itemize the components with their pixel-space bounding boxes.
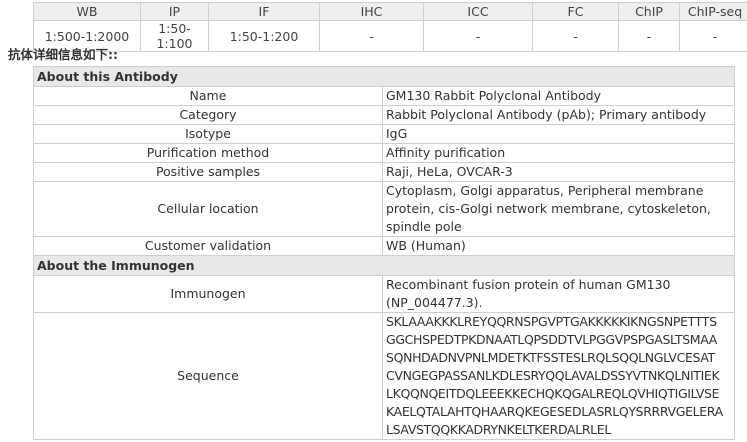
row-label: Cellular location — [33, 181, 383, 237]
table-row: Isotype IgG — [33, 124, 736, 144]
app-value-icc: - — [423, 20, 533, 52]
table-row: Purification method Affinity purificatio… — [33, 143, 736, 163]
app-header-fc: FC — [532, 2, 619, 21]
app-header-chip-seq: ChIP-seq — [679, 2, 747, 21]
table-row: Positive samples Raji, HeLa, OVCAR-3 — [33, 162, 736, 182]
sequence-line: SKLAAAKKKLREYQQRNSPGVPTGAKKKKKIKNGSNPETT… — [386, 314, 717, 329]
app-value-ip: 1:50-1:100 — [140, 20, 209, 52]
section-title-antibody: About this Antibody — [32, 66, 736, 87]
table-row: Category Rabbit Polyclonal Antibody (pAb… — [33, 105, 736, 125]
table-row: Cellular location Cytoplasm, Golgi appar… — [33, 181, 736, 237]
row-value-category: Rabbit Polyclonal Antibody (pAb); Primar… — [381, 105, 736, 125]
sequence-line: LSAVSTQQKKADRYNKELTKERDALRLEL — [386, 422, 611, 437]
app-header-if: IF — [208, 2, 320, 21]
row-label: Sequence — [33, 312, 383, 440]
app-value-chip: - — [618, 20, 680, 52]
app-header-icc: ICC — [423, 2, 533, 21]
row-label: Immunogen — [33, 275, 383, 313]
row-label: Purification method — [33, 143, 383, 163]
row-value-positive-samples: Raji, HeLa, OVCAR-3 — [381, 162, 736, 182]
sequence-line: KAELQTALAHTQHAARQKEGESEDLASRLQYSRRRVGELE… — [386, 404, 723, 419]
row-value-immunogen: Recombinant fusion protein of human GM13… — [381, 275, 736, 313]
applications-value-row: 1:500-1:2000 1:50-1:100 1:50-1:200 - - -… — [33, 20, 747, 52]
row-value-cellular-location: Cytoplasm, Golgi apparatus, Peripheral m… — [381, 181, 736, 237]
app-header-ihc: IHC — [319, 2, 424, 21]
section-title-immunogen: About the Immunogen — [32, 255, 736, 276]
sequence-line: GGCHSPEDTPKDNAATLQPSDDTVLPGGVPSPGASLTSMA… — [386, 332, 717, 347]
app-value-if: 1:50-1:200 — [208, 20, 320, 52]
row-label: Isotype — [33, 124, 383, 144]
app-header-chip: ChIP — [618, 2, 680, 21]
row-value-purification: Affinity purification — [381, 143, 736, 163]
app-value-fc: - — [532, 20, 619, 52]
table-row: Customer validation WB (Human) — [33, 236, 736, 256]
app-value-chip-seq: - — [679, 20, 747, 52]
table-row: Sequence SKLAAAKKKLREYQQRNSPGVPTGAKKKKKI… — [33, 312, 736, 440]
app-header-ip: IP — [140, 2, 209, 21]
row-value-sequence: SKLAAAKKKLREYQQRNSPGVPTGAKKKKKIKNGSNPETT… — [381, 312, 736, 440]
section-row: About this Antibody — [32, 66, 736, 87]
table-row: Name GM130 Rabbit Polyclonal Antibody — [33, 86, 736, 106]
sequence-line: LKQQNQEITDQLEEEKKECHQKQGALREQLQVHIQTIGIL… — [386, 386, 720, 401]
row-label: Category — [33, 105, 383, 125]
section-row: About the Immunogen — [32, 255, 736, 276]
app-value-ihc: - — [319, 20, 424, 52]
row-value-name: GM130 Rabbit Polyclonal Antibody — [381, 86, 736, 106]
app-header-wb: WB — [33, 2, 141, 21]
antibody-details-table: About this Antibody Name GM130 Rabbit Po… — [32, 66, 736, 440]
row-label: Customer validation — [33, 236, 383, 256]
row-value-customer-validation: WB (Human) — [381, 236, 736, 256]
sequence-line: CVNGEGPASSANLKDLESRYQQLAVALDSSYVTNKQLNIT… — [386, 368, 720, 383]
applications-table: WB IP IF IHC ICC FC ChIP ChIP-seq 1:500-… — [33, 2, 747, 52]
row-label: Positive samples — [33, 162, 383, 182]
row-label: Name — [33, 86, 383, 106]
sequence-line: SQNHDADNVPNLMDETKTFSSTESLRQLSQQLNGLVCESA… — [386, 350, 715, 365]
table-row: Immunogen Recombinant fusion protein of … — [33, 275, 736, 313]
details-heading: 抗体详细信息如下:: — [8, 47, 118, 62]
applications-header-row: WB IP IF IHC ICC FC ChIP ChIP-seq — [33, 2, 747, 21]
row-value-isotype: IgG — [381, 124, 736, 144]
